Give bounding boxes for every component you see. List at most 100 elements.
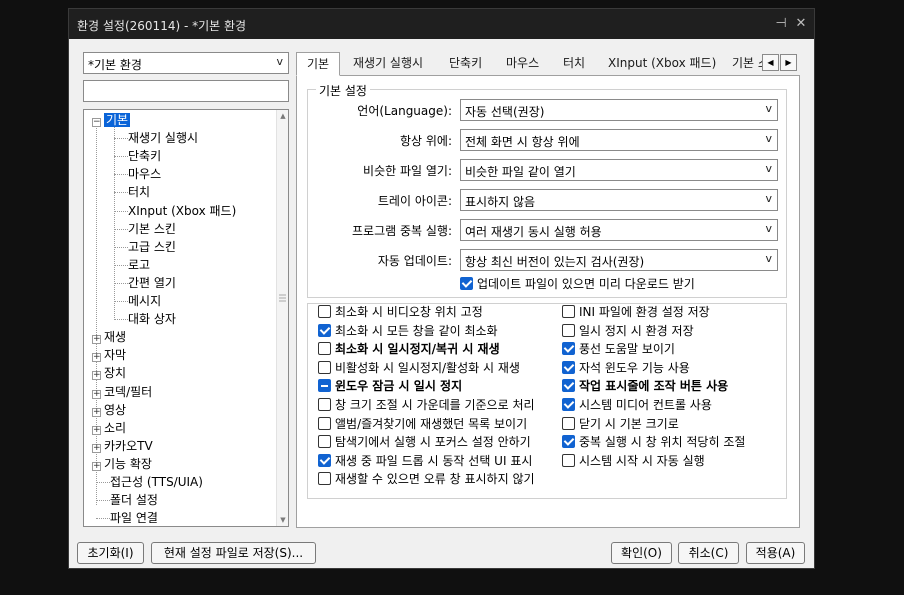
field-select-2[interactable]: 비슷한 파일 같이 열기 v [460, 159, 778, 181]
tree-item-0[interactable]: − 기본 [92, 111, 131, 129]
apply-button[interactable]: 적용(A) [746, 542, 805, 564]
options_right-checkbox-8[interactable]: 시스템 시작 시 자동 실행 [562, 452, 705, 470]
tree-item-1[interactable]: 재생기 실행시 [128, 129, 198, 147]
options_left-checkbox-2[interactable]: 최소화 시 일시정지/복귀 시 재생 [318, 340, 500, 358]
tab-scroll-left-icon[interactable]: ◀ [762, 54, 779, 71]
options_right-checkbox-3[interactable]: 자석 윈도우 기능 사용 [562, 359, 690, 377]
tree-item-12[interactable]: + 재생 [92, 328, 126, 346]
tab-1[interactable]: 재생기 실행시 [347, 52, 429, 76]
tree-item-14[interactable]: + 장치 [92, 364, 126, 382]
tree-connector [114, 156, 128, 158]
expand-icon[interactable]: + [92, 461, 101, 471]
chevron-down-icon: v [276, 55, 283, 68]
tab-5[interactable]: XInput (Xbox 패드) [602, 52, 722, 76]
tree-item-16[interactable]: + 영상 [92, 401, 126, 419]
tree-item-20[interactable]: 접근성 (TTS/UIA) [110, 473, 203, 491]
options_right-checkbox-6[interactable]: 닫기 시 기본 크기로 [562, 415, 679, 433]
ok-button[interactable]: 확인(O) [611, 542, 672, 564]
tree-connector [114, 319, 128, 321]
collapse-icon[interactable]: − [92, 118, 101, 127]
tree-item-label: 재생기 실행시 [128, 131, 199, 146]
tab-0[interactable]: 기본 [296, 52, 340, 76]
options_right-checkbox-1[interactable]: 일시 정지 시 환경 저장 [562, 322, 694, 340]
tab-scroll-right-icon[interactable]: ▶ [780, 54, 797, 71]
settings-tree[interactable]: ▲ ▼ − 기본재생기 실행시단축키 마우스 터치 XInput (Xbox 패드) 기본… [83, 109, 289, 527]
field-select-value: 표시하지 않음 [465, 195, 536, 209]
tree-item-11[interactable]: 대화 상자 [128, 310, 176, 328]
field-select-3[interactable]: 표시하지 않음 v [460, 189, 778, 211]
reset-button[interactable]: 초기화(I) [77, 542, 144, 564]
options_right-checkbox-4[interactable]: 작업 표시줄에 조작 버튼 사용 [562, 377, 728, 395]
options_right-checkbox-7[interactable]: 중복 실행 시 창 위치 적당히 조절 [562, 433, 745, 451]
expand-icon[interactable]: + [92, 389, 101, 399]
tree-item-3[interactable]: 마우스 [128, 165, 161, 183]
tree-scrollbar[interactable]: ▲ ▼ [276, 110, 288, 526]
options_left-checkbox-6[interactable]: 앨범/즐겨찾기에 재생했던 목록 보이기 [318, 415, 527, 433]
field-select-4[interactable]: 여러 재생기 동시 실행 허용 v [460, 219, 778, 241]
tab-4[interactable]: 터치 [557, 52, 591, 76]
options_left-checkbox-8[interactable]: 재생 중 파일 드롭 시 동작 선택 UI 표시 [318, 452, 532, 470]
search-input[interactable] [83, 80, 289, 102]
expand-icon[interactable]: + [92, 371, 101, 381]
scroll-thumb[interactable] [279, 278, 286, 318]
scroll-down-icon[interactable]: ▼ [277, 514, 288, 526]
tree-item-15[interactable]: + 코덱/필터 [92, 383, 152, 401]
profile-select[interactable]: *기본 환경 v [83, 52, 289, 74]
expand-icon[interactable]: + [92, 407, 101, 417]
expand-icon[interactable]: + [92, 353, 101, 363]
tree-item-17[interactable]: + 소리 [92, 419, 126, 437]
checkbox-label: 자석 윈도우 기능 사용 [579, 360, 690, 375]
preload-update-checkbox[interactable]: 업데이트 파일이 있으면 미리 다운로드 받기 [460, 275, 695, 293]
options_left-checkbox-4[interactable]: 윈도우 잠금 시 일시 정지 [318, 377, 462, 395]
tree-item-9[interactable]: 간편 열기 [128, 274, 176, 292]
options_left-checkbox-3[interactable]: 비활성화 시 일시정지/활성화 시 재생 [318, 359, 520, 377]
options_left-checkbox-0[interactable]: 최소화 시 비디오창 위치 고정 [318, 303, 483, 321]
tab-2[interactable]: 단축키 [443, 52, 488, 76]
tree-item-label: 간편 열기 [128, 275, 176, 290]
tree-item-18[interactable]: + 카카오TV [92, 437, 153, 455]
title-bar[interactable]: 환경 설정(260114) - *기본 환경 ⊣ ✕ [69, 9, 814, 39]
options_left-checkbox-5[interactable]: 창 크기 조절 시 가운데를 기준으로 처리 [318, 396, 535, 414]
expand-icon[interactable]: + [92, 443, 101, 453]
options_right-checkbox-5[interactable]: 시스템 미디어 컨트롤 사용 [562, 396, 712, 414]
checkbox-label: 윈도우 잠금 시 일시 정지 [335, 379, 463, 394]
tree-item-label: 단축키 [128, 149, 162, 164]
chevron-down-icon: v [765, 222, 772, 235]
options_left-checkbox-7[interactable]: 탐색기에서 실행 시 포커스 설정 안하기 [318, 433, 531, 451]
tree-item-22[interactable]: 파일 연결 [110, 509, 158, 526]
save-to-file-button[interactable]: 현재 설정 파일로 저장(S)... [151, 542, 316, 564]
options_right-checkbox-2[interactable]: 풍선 도움말 보이기 [562, 340, 675, 358]
expand-icon[interactable]: + [92, 425, 101, 435]
tree-item-8[interactable]: 로고 [128, 256, 150, 274]
field-select-0[interactable]: 자동 선택(권장) v [460, 99, 778, 121]
checkbox-label: 닫기 시 기본 크기로 [579, 416, 679, 431]
window-title: 환경 설정(260114) - *기본 환경 [77, 19, 247, 33]
tree-item-7[interactable]: 고급 스킨 [128, 238, 176, 256]
cancel-button[interactable]: 취소(C) [678, 542, 739, 564]
field-select-1[interactable]: 전체 화면 시 항상 위에 v [460, 129, 778, 151]
checkbox-checked-icon [460, 277, 473, 290]
tree-item-2[interactable]: 단축키 [128, 147, 161, 165]
tree-item-5[interactable]: XInput (Xbox 패드) [128, 202, 236, 220]
tree-item-21[interactable]: 폴더 설정 [110, 491, 158, 509]
tree-item-10[interactable]: 메시지 [128, 292, 161, 310]
pin-icon[interactable]: ⊣ [772, 15, 790, 33]
tree-item-6[interactable]: 기본 스킨 [128, 220, 176, 238]
options_left-checkbox-9[interactable]: 재생할 수 있으면 오류 창 표시하지 않기 [318, 470, 535, 488]
tree-item-13[interactable]: + 자막 [92, 346, 126, 364]
tree-item-19[interactable]: + 기능 확장 [92, 455, 152, 473]
expand-icon[interactable]: + [92, 335, 101, 345]
tree-item-label: 대화 상자 [128, 312, 176, 327]
options_left-checkbox-1[interactable]: 최소화 시 모든 창을 같이 최소화 [318, 322, 498, 340]
field-select-5[interactable]: 항상 최신 버전이 있는지 검사(권장) v [460, 249, 778, 271]
tab-3[interactable]: 마우스 [500, 52, 545, 76]
close-icon[interactable]: ✕ [792, 15, 810, 33]
tree-item-4[interactable]: 터치 [128, 183, 150, 201]
tree-item-label: 소리 [104, 420, 127, 435]
tree-guide-line [114, 125, 115, 321]
scroll-up-icon[interactable]: ▲ [277, 110, 288, 122]
tree-item-label: 파일 연결 [110, 511, 158, 526]
field-select-value: 자동 선택(권장) [465, 105, 545, 119]
tree-item-label: 자막 [104, 348, 127, 363]
options_right-checkbox-0[interactable]: INI 파일에 환경 설정 저장 [562, 303, 710, 321]
